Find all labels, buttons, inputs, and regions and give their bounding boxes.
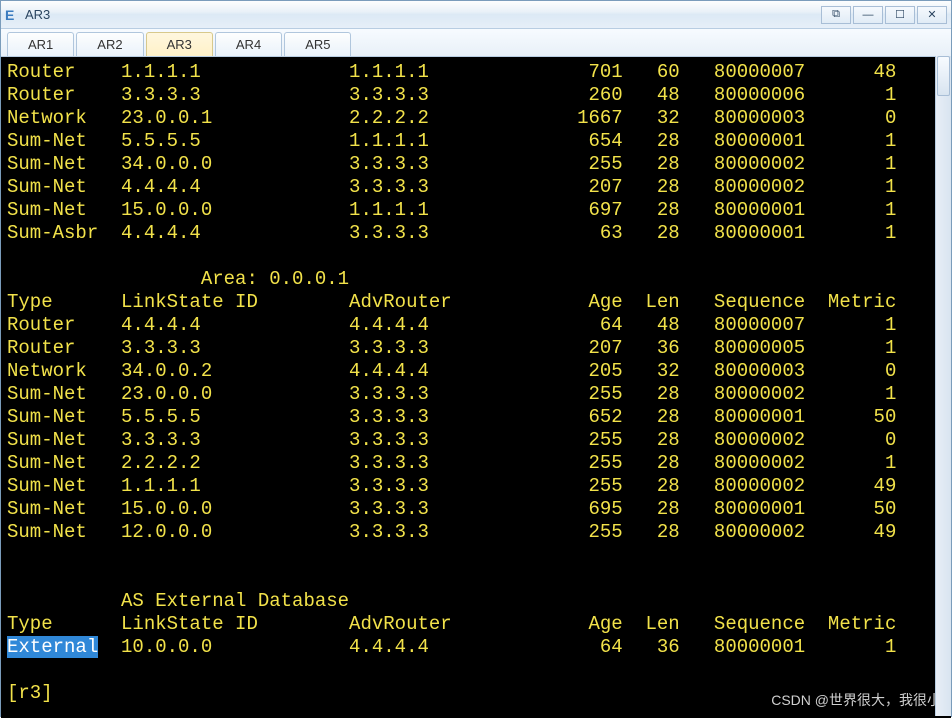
window-title: AR3	[25, 7, 50, 22]
app-icon: E	[5, 7, 21, 23]
popout-button[interactable]: ⧉	[821, 6, 851, 24]
maximize-button[interactable]: ☐	[885, 6, 915, 24]
tab-ar4[interactable]: AR4	[215, 32, 282, 56]
terminal-output[interactable]: Router 1.1.1.1 1.1.1.1 701 60 80000007 4…	[1, 57, 951, 718]
tab-ar3[interactable]: AR3	[146, 32, 213, 56]
tab-ar2[interactable]: AR2	[76, 32, 143, 56]
tabbar: AR1AR2AR3AR4AR5	[1, 29, 951, 57]
minimize-button[interactable]: —	[853, 6, 883, 24]
close-button[interactable]: ✕	[917, 6, 947, 24]
watermark: CSDN @世界很大，我很小	[771, 689, 941, 712]
scrollbar-thumb[interactable]	[937, 56, 950, 96]
titlebar: E AR3 ⧉ — ☐ ✕	[1, 1, 951, 29]
vertical-scrollbar[interactable]	[935, 56, 951, 716]
tab-ar5[interactable]: AR5	[284, 32, 351, 56]
tab-ar1[interactable]: AR1	[7, 32, 74, 56]
